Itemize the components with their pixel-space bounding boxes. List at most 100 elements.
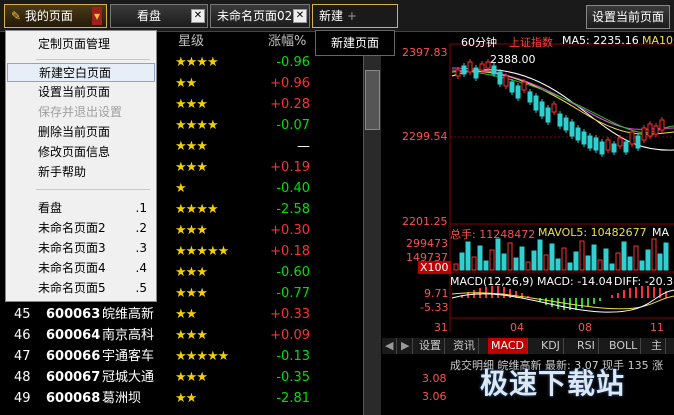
scrollbar-thumb[interactable] [365, 70, 380, 130]
ma-line-white [451, 69, 674, 151]
tab-kdj[interactable]: KDJ [538, 338, 564, 354]
volume-bar [489, 249, 495, 271]
tab-news[interactable]: 资讯 [450, 338, 479, 354]
menu-page-label: 未命名页面3 [38, 241, 106, 255]
table-row[interactable]: 46 600064 南京高科 ★★★ +0.09 [0, 325, 316, 346]
my-page-menu-button[interactable]: ✎ 我的页面 ▾ [4, 4, 107, 28]
change-percent: -2.58 [276, 202, 310, 217]
menu-item-delete-current[interactable]: 删除当前页面 [7, 123, 155, 142]
tab-settings[interactable]: 设置 [416, 338, 445, 354]
volume-bar [585, 255, 591, 271]
table-row[interactable]: 45 600063 皖维高新 ★★ +0.33 [0, 304, 316, 325]
column-header-stars[interactable]: 星级 [178, 32, 204, 52]
star-rating: ★★ [175, 307, 197, 322]
menu-item-set-current[interactable]: 设置当前页面 [7, 83, 155, 102]
menu-page-shortcut: .2 [135, 221, 147, 235]
table-row[interactable]: 48 600067 冠城大通 ★★★ -0.35 [0, 367, 316, 388]
volume-bar [579, 240, 585, 271]
vertical-scrollbar[interactable] [363, 32, 381, 415]
volume-label: 总手: 11248472 [450, 228, 536, 241]
menu-item-custom-manage[interactable]: 定制页面管理 [7, 35, 155, 54]
tab-macd[interactable]: MACD [488, 338, 528, 354]
column-header-change[interactable]: 涨幅% [268, 32, 306, 52]
volume-bar [639, 260, 645, 271]
menu-item-page-4[interactable]: 未命名页面4 .4 [7, 259, 155, 278]
close-icon[interactable]: ✕ [191, 9, 205, 23]
tab-kanpan[interactable]: 看盘 ✕ [110, 4, 208, 28]
candle-body [479, 63, 485, 71]
candle-body [575, 127, 581, 141]
stock-code: 600068 [46, 391, 101, 406]
candle-body [455, 69, 461, 77]
candle-body [617, 137, 623, 147]
candle-body [623, 141, 629, 153]
new-page-tab[interactable]: 新建 + [312, 4, 398, 28]
tab-rsi[interactable]: RSI [574, 338, 599, 354]
star-rating: ★★★★★ [175, 244, 229, 259]
candle-body [503, 75, 509, 87]
candle-body [581, 131, 587, 145]
change-percent: -0.40 [276, 181, 310, 196]
volume-unit-label: X100 [418, 261, 451, 274]
candle-body [551, 103, 557, 113]
candle-body [641, 127, 647, 141]
star-rating: ★★★★ [175, 118, 219, 133]
volume-bar [549, 243, 555, 271]
change-percent: -0.77 [276, 286, 310, 301]
volume-bar [513, 257, 519, 271]
table-row[interactable]: 47 600066 宇通客车 ★★★★★ -0.13 [0, 346, 316, 367]
date-label: 04 [510, 321, 524, 334]
volume-bar [459, 252, 465, 271]
candle-body [605, 139, 611, 151]
date-label: 08 [578, 321, 592, 334]
candle-body [473, 67, 479, 79]
menu-item-save-exit: 保存并退出设置 [38, 105, 123, 119]
date-label: 11 [650, 321, 664, 334]
price-low-label: 2201.25 [402, 215, 448, 228]
table-row[interactable]: 49 600068 葛洲坝 ★★ -2.81 [0, 388, 316, 409]
candle-body [635, 135, 641, 149]
row-index: 47 [14, 349, 31, 364]
row-index: 45 [14, 307, 31, 322]
price-mid-label: 2299.54 [402, 130, 448, 143]
scroll-right-icon[interactable]: ▶ [398, 338, 414, 354]
set-current-page-button[interactable]: 设置当前页面 [586, 5, 670, 29]
edit-icon: ✎ [11, 9, 25, 23]
menu-item-new-blank[interactable]: 新建空白页面 [7, 63, 155, 82]
menu-page-shortcut: .1 [135, 201, 147, 215]
volume-bar [495, 238, 501, 271]
volume-high-label: 299473 [406, 237, 448, 250]
stock-name: 冠城大通 [102, 370, 155, 385]
menu-item-page-5[interactable]: 未命名页面5 .5 [7, 279, 155, 298]
change-percent: +0.09 [270, 328, 310, 343]
star-rating: ★★★ [175, 370, 208, 385]
menu-item-page-2[interactable]: 未命名页面2 .2 [7, 219, 155, 238]
dropdown-arrow-icon: ▾ [91, 7, 102, 25]
stock-name: 南京高科 [102, 328, 155, 343]
volume-bar [471, 256, 477, 271]
menu-item-page-3[interactable]: 未命名页面3 .3 [7, 239, 155, 258]
volume-bar [477, 245, 483, 271]
candle-body [527, 91, 533, 103]
volume-bar [627, 256, 633, 271]
submenu-item-new-page[interactable]: 新建页面 [316, 31, 394, 55]
tab-main[interactable]: 主 [648, 338, 666, 354]
volume-bar [537, 239, 543, 271]
candle-body [545, 107, 551, 123]
menu-item-page-1[interactable]: 看盘 .1 [7, 199, 155, 218]
candle-body [629, 131, 635, 145]
candle-body [509, 81, 515, 93]
index-name: 上证指数 [509, 36, 553, 49]
tab-boll[interactable]: BOLL [606, 338, 642, 354]
candle-body [569, 121, 575, 137]
tab-untitled-02[interactable]: 未命名页面02 ✕ [210, 4, 310, 28]
close-icon[interactable]: ✕ [293, 9, 307, 23]
volume-bar [651, 238, 657, 271]
diff-label: DIFF: -20.3 [614, 275, 674, 288]
my-page-label: 我的页面 [24, 9, 73, 23]
scroll-left-icon[interactable]: ◀ [382, 338, 398, 354]
menu-item-modify-info[interactable]: 修改页面信息 [7, 143, 155, 162]
volume-bar [561, 247, 567, 271]
menu-item-help[interactable]: 新手帮助 [7, 163, 155, 182]
menu-page-label: 未命名页面5 [38, 281, 106, 295]
